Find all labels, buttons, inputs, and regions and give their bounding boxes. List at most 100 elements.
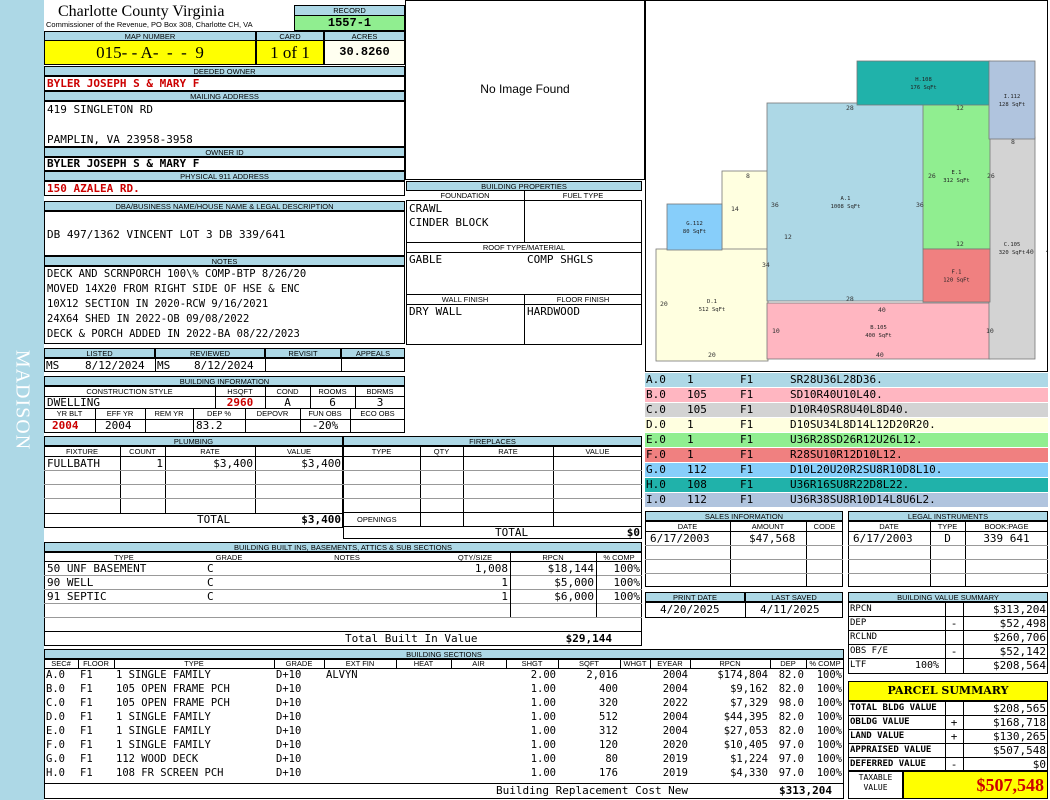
note-line: MOVED 14X20 FROM RIGHT SIDE OF HSE & ENC — [47, 283, 300, 295]
ps-label: TOTAL BLDG VALUE — [850, 703, 937, 713]
taxable-label-2: VALUE — [863, 783, 888, 792]
ps-label: OBLDG VALUE — [850, 717, 910, 727]
roof-material: COMP SHGLS — [527, 253, 594, 266]
sketch-area-label: I.112 — [1004, 94, 1021, 100]
vs-value: $52,498 — [999, 617, 1046, 630]
ps-value: $208,565 — [993, 702, 1046, 715]
sketch-area — [655, 248, 769, 362]
section-cell-dep: 97.0 — [778, 753, 804, 765]
section-cell-comp: 100% — [816, 669, 842, 681]
sketch-area-label: 128 SqFt — [999, 102, 1026, 108]
ps-sign: - — [950, 758, 958, 771]
taxable-value: $507,548 — [903, 771, 1048, 799]
section-cell-rpcn: $10,405 — [723, 739, 768, 751]
sketch-legend: A.0 1 F1 SR28U36L28D36. B.0 105 F1 SD10R40U10L4… — [645, 373, 1048, 509]
sketch-area-label: 312 SqFt — [943, 178, 970, 184]
legend-path: D10L20U20R2SU8R10D8L10. — [790, 463, 943, 476]
section-cell-sqft: 320 — [599, 697, 618, 709]
section-cell-dep: 98.0 — [778, 697, 804, 709]
vs-value: $313,204 — [993, 603, 1046, 616]
sketch-dimension: 36 — [771, 201, 779, 209]
sections-col-header: FLOOR — [83, 659, 109, 668]
sketch-area-label: B.105 — [870, 325, 887, 331]
county-name: Charlotte County Virginia — [58, 3, 225, 20]
section-cell-ext: ALVYN — [326, 669, 358, 681]
section-cell-comp: 100% — [816, 697, 842, 709]
section-cell-shgt: 1.00 — [530, 725, 556, 737]
legal-bookpage: 339 641 — [983, 532, 1030, 545]
legend-n: 112 — [687, 493, 707, 506]
legend-n: 105 — [687, 388, 707, 401]
builtin-rpcn: $18,144 — [547, 562, 594, 575]
section-cell-eyear: 2020 — [662, 739, 688, 751]
section-cell-eyear: 2019 — [662, 767, 688, 779]
legend-row: D.0 1 F1 D10SU34L8D14L12D20R20. — [645, 418, 1048, 432]
sketch-dimension: 40 — [1046, 247, 1047, 255]
section-cell-dep: 97.0 — [778, 767, 804, 779]
sections-col-header: GRADE — [285, 659, 313, 668]
legend-fl: F1 — [740, 373, 754, 386]
plumbing-value: $3,400 — [301, 457, 341, 470]
vs-label: OBS F/E — [850, 646, 888, 656]
county-office: Commissioner of the Revenue, PO Box 308,… — [46, 20, 253, 29]
legend-path: U36R28SD26R12U26L12. — [790, 433, 923, 446]
parcel-summary-header: PARCEL SUMMARY — [848, 681, 1048, 701]
sketch-area-label: 400 SqFt — [865, 333, 892, 339]
legend-n: 1 — [687, 448, 694, 461]
mailing-line1: 419 SINGLETON RD — [47, 103, 153, 116]
legend-path: D10R40SR8U40L8D40. — [790, 403, 910, 416]
sketch-dimension: 28 — [846, 295, 854, 303]
sections-col-header: SQFT — [579, 659, 599, 668]
legend-row: G.0 112 F1 D10L20U20R2SU8R10D8L10. — [645, 463, 1048, 477]
sketch-dimension: 40 — [878, 306, 886, 314]
sketch-dimension: 8 — [1011, 138, 1015, 146]
print-date: 4/20/2025 — [660, 603, 720, 616]
bdrms-value: 3 — [376, 396, 384, 409]
note-line: 10X12 SECTION IN 2020-RCW 9/16/2021 — [47, 298, 269, 310]
section-cell-floor: F1 — [80, 725, 93, 737]
sketch-dimension: 10 — [986, 327, 994, 335]
legal-date: 6/17/2003 — [853, 532, 913, 545]
legend-code: H.0 — [646, 478, 666, 491]
sections-table: SEC# FLOOR TYPE GRADE EXT FIN HEAT AIR SHGT SQFT… — [44, 659, 844, 783]
legend-fl: F1 — [740, 418, 754, 431]
rooms-value: 6 — [329, 396, 336, 409]
sketch-dimension: 14 — [731, 205, 739, 213]
legend-row: I.0 112 F1 U36R38SU8R10D14L8U6L2. — [645, 493, 1048, 507]
sections-col-header: HEAT — [413, 659, 434, 668]
map-number: 015- - A- - - 9 — [44, 40, 256, 65]
section-cell-sec: G.0 — [46, 753, 65, 765]
section-cell-sqft: 176 — [599, 767, 618, 779]
ps-value: $0 — [1032, 758, 1046, 771]
sketch-dimension: 12 — [784, 233, 792, 241]
plumbing-rate: $3,400 — [213, 457, 253, 470]
legend-fl: F1 — [740, 448, 754, 461]
section-cell-dep: 82.0 — [778, 711, 804, 723]
section-cell-grade: D+10 — [276, 753, 302, 765]
vs-sign: - — [950, 617, 958, 630]
sections-col-header: RPCN — [719, 659, 741, 668]
sketch-area-label: H.108 — [915, 77, 932, 83]
deeded-owner: BYLER JOSEPH S & MARY F — [47, 77, 200, 90]
sections-col-header: % COMP — [809, 659, 841, 668]
legal-type: D — [944, 532, 951, 545]
sketch-area-label: A.1 — [841, 196, 851, 202]
section-cell-rpcn: $174,804 — [717, 669, 768, 681]
legend-code: B.0 — [646, 388, 666, 401]
section-cell-sqft: 400 — [599, 683, 618, 695]
dba-header: DBA/BUSINESS NAME/HOUSE NAME & LEGAL DES… — [44, 201, 405, 211]
section-cell-grade: D+10 — [276, 725, 302, 737]
vs-pct: 100% — [915, 660, 940, 671]
sections-total: $313,204 — [779, 784, 832, 797]
section-cell-dep: 97.0 — [778, 739, 804, 751]
legend-code: F.0 — [646, 448, 666, 461]
hsqft-value: 2960 — [226, 396, 254, 409]
fireplaces-total-label: TOTAL — [495, 526, 529, 539]
sections-col-header: DEP — [780, 659, 796, 668]
section-cell-sec: C.0 — [46, 697, 65, 709]
sketch-area-label: 176 SqFt — [910, 85, 937, 91]
sale-amount: $47,568 — [749, 532, 796, 545]
legend-fl: F1 — [740, 478, 754, 491]
listed-date: 8/12/2024 — [85, 359, 145, 372]
sketch-area — [666, 203, 723, 251]
